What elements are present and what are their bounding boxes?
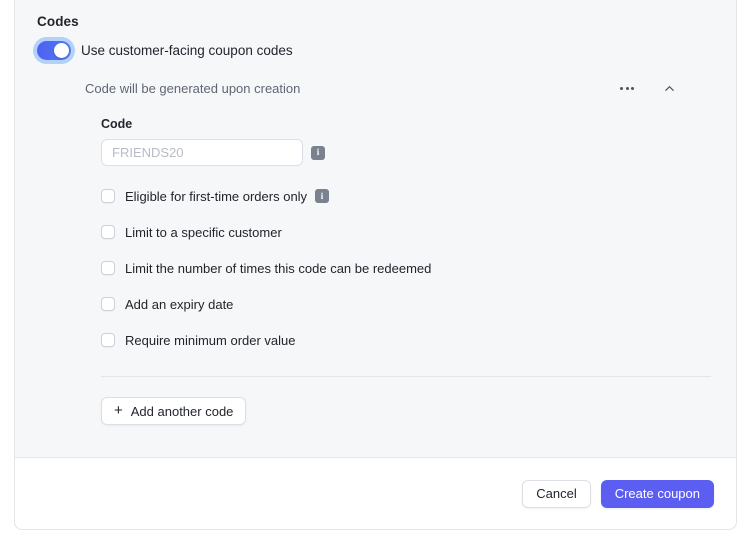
option-text: Limit to a specific customer: [125, 224, 282, 240]
code-input[interactable]: [101, 139, 303, 166]
option-text: Require minimum order value: [125, 332, 296, 348]
checkbox-label-limit-redemptions[interactable]: Limit the number of times this code can …: [125, 261, 431, 276]
codes-card: Codes Use customer-facing coupon codes C…: [14, 0, 737, 530]
option-text: Eligible for first-time orders only: [125, 188, 308, 204]
option-text: Add an expiry date: [125, 296, 234, 312]
list-item: Eligible for first-time orders only i: [101, 186, 680, 206]
checkbox-label-limit-specific-customer[interactable]: Limit to a specific customer: [125, 225, 282, 240]
ellipsis-icon[interactable]: [616, 77, 638, 99]
checkbox-label-minimum-order-value[interactable]: Require minimum order value: [125, 333, 296, 348]
customer-facing-toggle-row: Use customer-facing coupon codes: [37, 41, 714, 60]
add-another-code-label: Add another code: [130, 403, 234, 419]
option-text: Limit the number of times this code can …: [125, 260, 432, 276]
chevron-up-icon[interactable]: [658, 77, 680, 99]
use-customer-facing-codes-label: Use customer-facing coupon codes: [81, 42, 293, 58]
card-footer: Cancel Create coupon: [15, 457, 736, 529]
plus-icon: +: [114, 402, 123, 419]
code-block: Code will be generated upon creation Cod…: [37, 76, 714, 425]
code-options-list: Eligible for first-time orders only i Li…: [85, 186, 680, 350]
code-generation-hint: Code will be generated upon creation: [85, 80, 301, 96]
toggle-knob: [54, 43, 69, 58]
checkbox-label-expiry-date[interactable]: Add an expiry date: [125, 297, 233, 312]
code-field-label: Code: [101, 117, 133, 131]
first-time-orders-info-icon[interactable]: i: [315, 189, 330, 203]
code-info-icon[interactable]: i: [311, 145, 325, 160]
list-item: Limit the number of times this code can …: [101, 258, 680, 278]
section-divider: [101, 376, 711, 377]
code-block-actions: [616, 77, 680, 99]
checkbox-limit-redemptions[interactable]: [101, 261, 115, 275]
card-body: Codes Use customer-facing coupon codes C…: [15, 0, 736, 457]
checkbox-minimum-order-value[interactable]: [101, 333, 115, 347]
list-item: Add an expiry date: [101, 294, 680, 314]
checkbox-first-time-orders[interactable]: [101, 189, 115, 203]
code-field-group: Code i: [85, 117, 680, 166]
list-item: Require minimum order value: [101, 330, 680, 350]
add-another-code-button[interactable]: + Add another code: [101, 397, 247, 425]
checkbox-limit-specific-customer[interactable]: [101, 225, 115, 239]
list-item: Limit to a specific customer: [101, 222, 680, 242]
ellipsis-dots: [620, 86, 634, 90]
use-customer-facing-codes-toggle[interactable]: [37, 41, 71, 60]
checkbox-expiry-date[interactable]: [101, 297, 115, 311]
code-block-header: Code will be generated upon creation: [85, 76, 680, 100]
cancel-button[interactable]: Cancel: [522, 479, 591, 508]
checkbox-label-first-time-orders[interactable]: Eligible for first-time orders only i: [125, 188, 330, 204]
create-coupon-button[interactable]: Create coupon: [600, 479, 714, 508]
page-title: Codes: [37, 14, 79, 29]
code-input-line: i: [101, 139, 680, 166]
screen-root: Codes Use customer-facing coupon codes C…: [0, 0, 755, 543]
